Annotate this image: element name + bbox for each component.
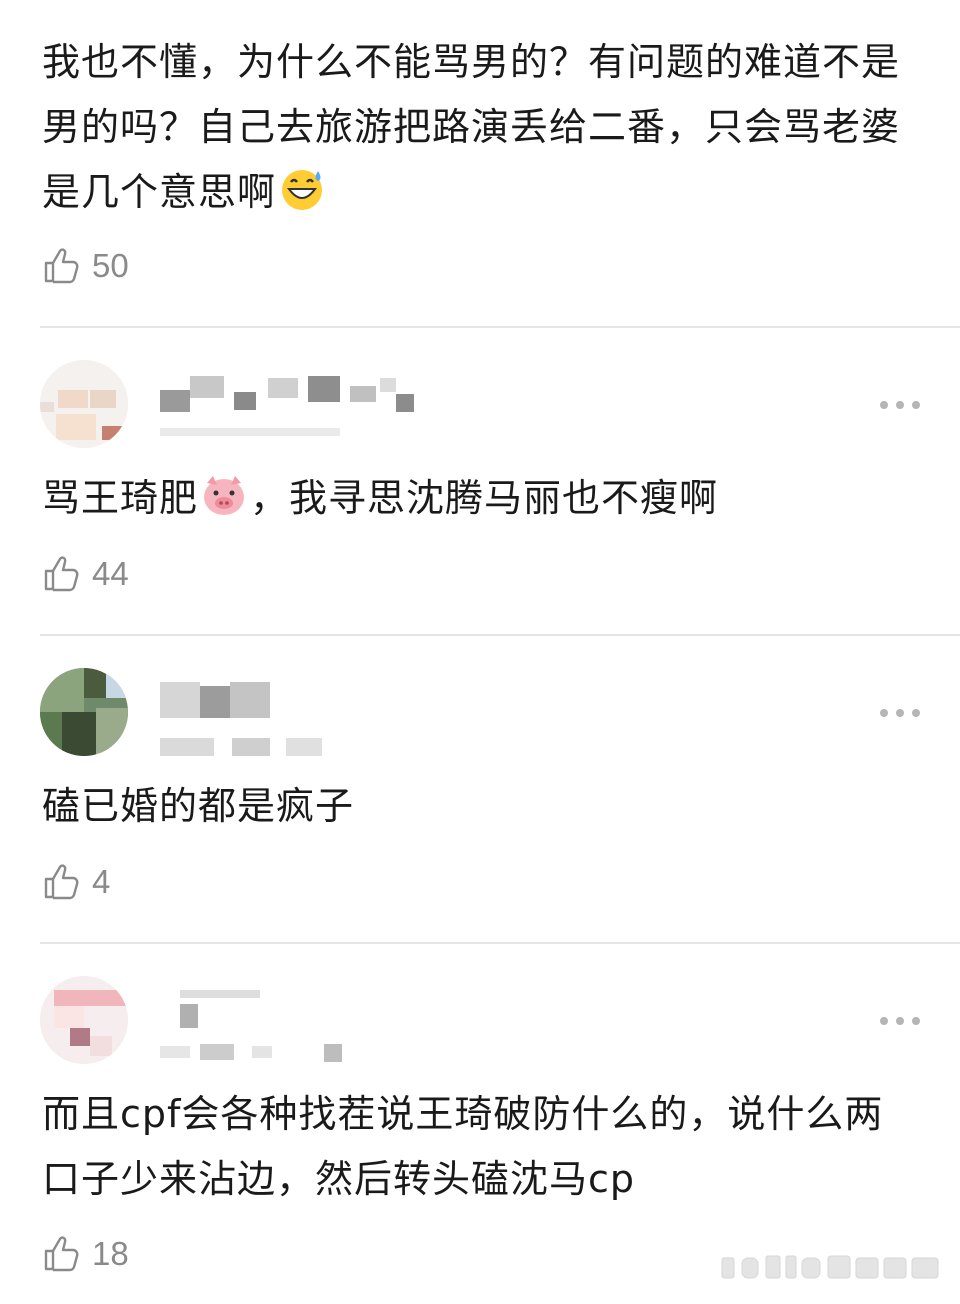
comment-text: 我也不懂，为什么不能骂男的？有问题的难道不是男的吗？自己去旅游把路演丢给二番，只… [42, 30, 922, 225]
like-button[interactable]: 44 [42, 552, 129, 596]
watermark [721, 1255, 939, 1279]
thumbs-up-icon [44, 864, 79, 900]
avatar[interactable] [40, 360, 128, 448]
username[interactable] [160, 376, 420, 436]
avatar[interactable] [40, 668, 128, 756]
username[interactable] [160, 682, 420, 756]
like-button[interactable]: 18 [42, 1232, 129, 1276]
like-count: 50 [92, 247, 129, 284]
comment-item: 而且cpf会各种找茬说王琦破防什么的，说什么两口子少来沾边，然后转头磕沈马cp … [0, 944, 960, 1304]
more-options-icon[interactable] [880, 398, 920, 410]
more-options-icon[interactable] [880, 706, 920, 718]
like-button[interactable]: 4 [42, 860, 110, 904]
username[interactable] [160, 990, 420, 1062]
comment-text: 而且cpf会各种找茬说王琦破防什么的，说什么两口子少来沾边，然后转头磕沈马cp [42, 1092, 884, 1201]
comment-text: 磕已婚的都是疯子 [42, 784, 355, 828]
grinning-sweat-emoji [282, 170, 323, 210]
thumbs-up-icon [44, 248, 79, 284]
pig-face-emoji [204, 476, 245, 515]
like-count: 18 [92, 1235, 129, 1272]
thumbs-up-icon [44, 1236, 79, 1272]
like-count: 4 [92, 863, 111, 900]
comment-item: 骂王琦肥 ，我寻思沈腾马丽也不瘦啊 44 [0, 328, 960, 634]
more-options-icon[interactable] [880, 1014, 920, 1026]
comment-item: 磕已婚的都是疯子 4 [0, 636, 960, 942]
comment-feed: 我也不懂，为什么不能骂男的？有问题的难道不是男的吗？自己去旅游把路演丢给二番，只… [0, 0, 960, 1304]
avatar[interactable] [40, 976, 128, 1064]
comment-item: 我也不懂，为什么不能骂男的？有问题的难道不是男的吗？自己去旅游把路演丢给二番，只… [0, 0, 960, 326]
thumbs-up-icon [44, 556, 79, 592]
like-count: 44 [92, 555, 129, 592]
comment-text-content: 骂王琦肥 [42, 476, 199, 520]
like-button[interactable]: 50 [42, 244, 129, 288]
comment-text-content: 我也不懂，为什么不能骂男的？有问题的难道不是男的吗？自己去旅游把路演丢给二番，只… [42, 40, 901, 214]
comment-text: 骂王琦肥 ，我寻思沈腾马丽也不瘦啊 [42, 466, 922, 531]
comment-text-content: ，我寻思沈腾马丽也不瘦啊 [250, 476, 719, 520]
